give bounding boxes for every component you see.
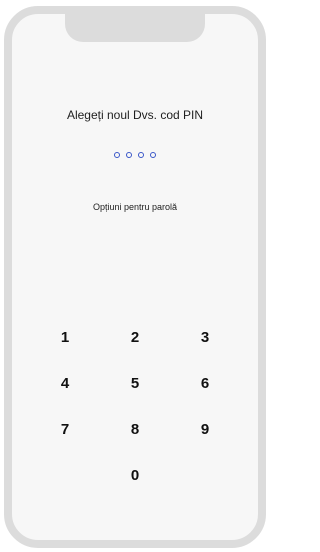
key-1[interactable]: 1 [30, 314, 100, 360]
key-0[interactable]: 0 [100, 452, 170, 498]
pin-dot-empty [138, 152, 144, 158]
key-7[interactable]: 7 [30, 406, 100, 452]
password-options-link[interactable]: Opțiuni pentru parolă [12, 202, 258, 212]
key-6[interactable]: 6 [170, 360, 240, 406]
pin-dot-empty [126, 152, 132, 158]
key-5[interactable]: 5 [100, 360, 170, 406]
pin-title: Alegeți noul Dvs. cod PIN [66, 108, 204, 122]
key-2[interactable]: 2 [100, 314, 170, 360]
key-3[interactable]: 3 [170, 314, 240, 360]
numeric-keypad: 1 2 3 4 5 6 7 8 9 0 [30, 314, 240, 498]
phone-frame: Alegeți noul Dvs. cod PIN Opțiuni pentru… [4, 6, 266, 548]
key-8[interactable]: 8 [100, 406, 170, 452]
pin-setup-screen: Alegeți noul Dvs. cod PIN Opțiuni pentru… [12, 14, 258, 540]
key-4[interactable]: 4 [30, 360, 100, 406]
key-9[interactable]: 9 [170, 406, 240, 452]
pin-dot-empty [150, 152, 156, 158]
pin-indicator [12, 152, 258, 158]
pin-dot-empty [114, 152, 120, 158]
